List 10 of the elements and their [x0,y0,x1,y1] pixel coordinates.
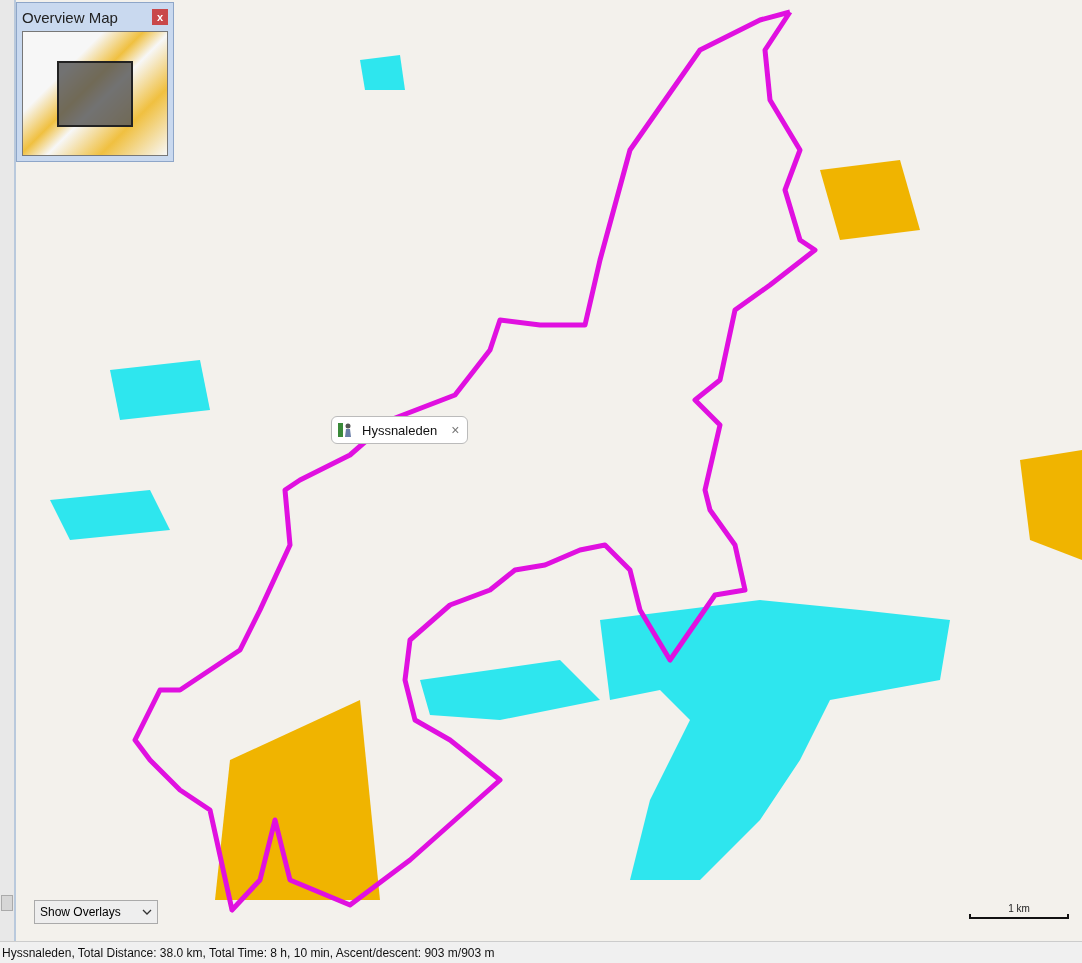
route-name: Hyssnaleden [362,422,438,438]
close-button[interactable]: × [445,422,460,438]
status-text: Hyssnaleden, Total Distance: 38.0 km, Total Time: 8 h, 10 min, Ascent/descent: 903 m/903 m [0,941,1082,963]
view-rectangle[interactable] [57,60,133,127]
overlays-dropdown[interactable]: Show Overlays [34,900,158,924]
panel-title: Overview Map [22,8,118,26]
close-button[interactable]: x [152,9,168,25]
scale-label: 1 km [1008,903,1030,914]
caret-icon [142,909,152,915]
hiker-icon [338,422,354,438]
